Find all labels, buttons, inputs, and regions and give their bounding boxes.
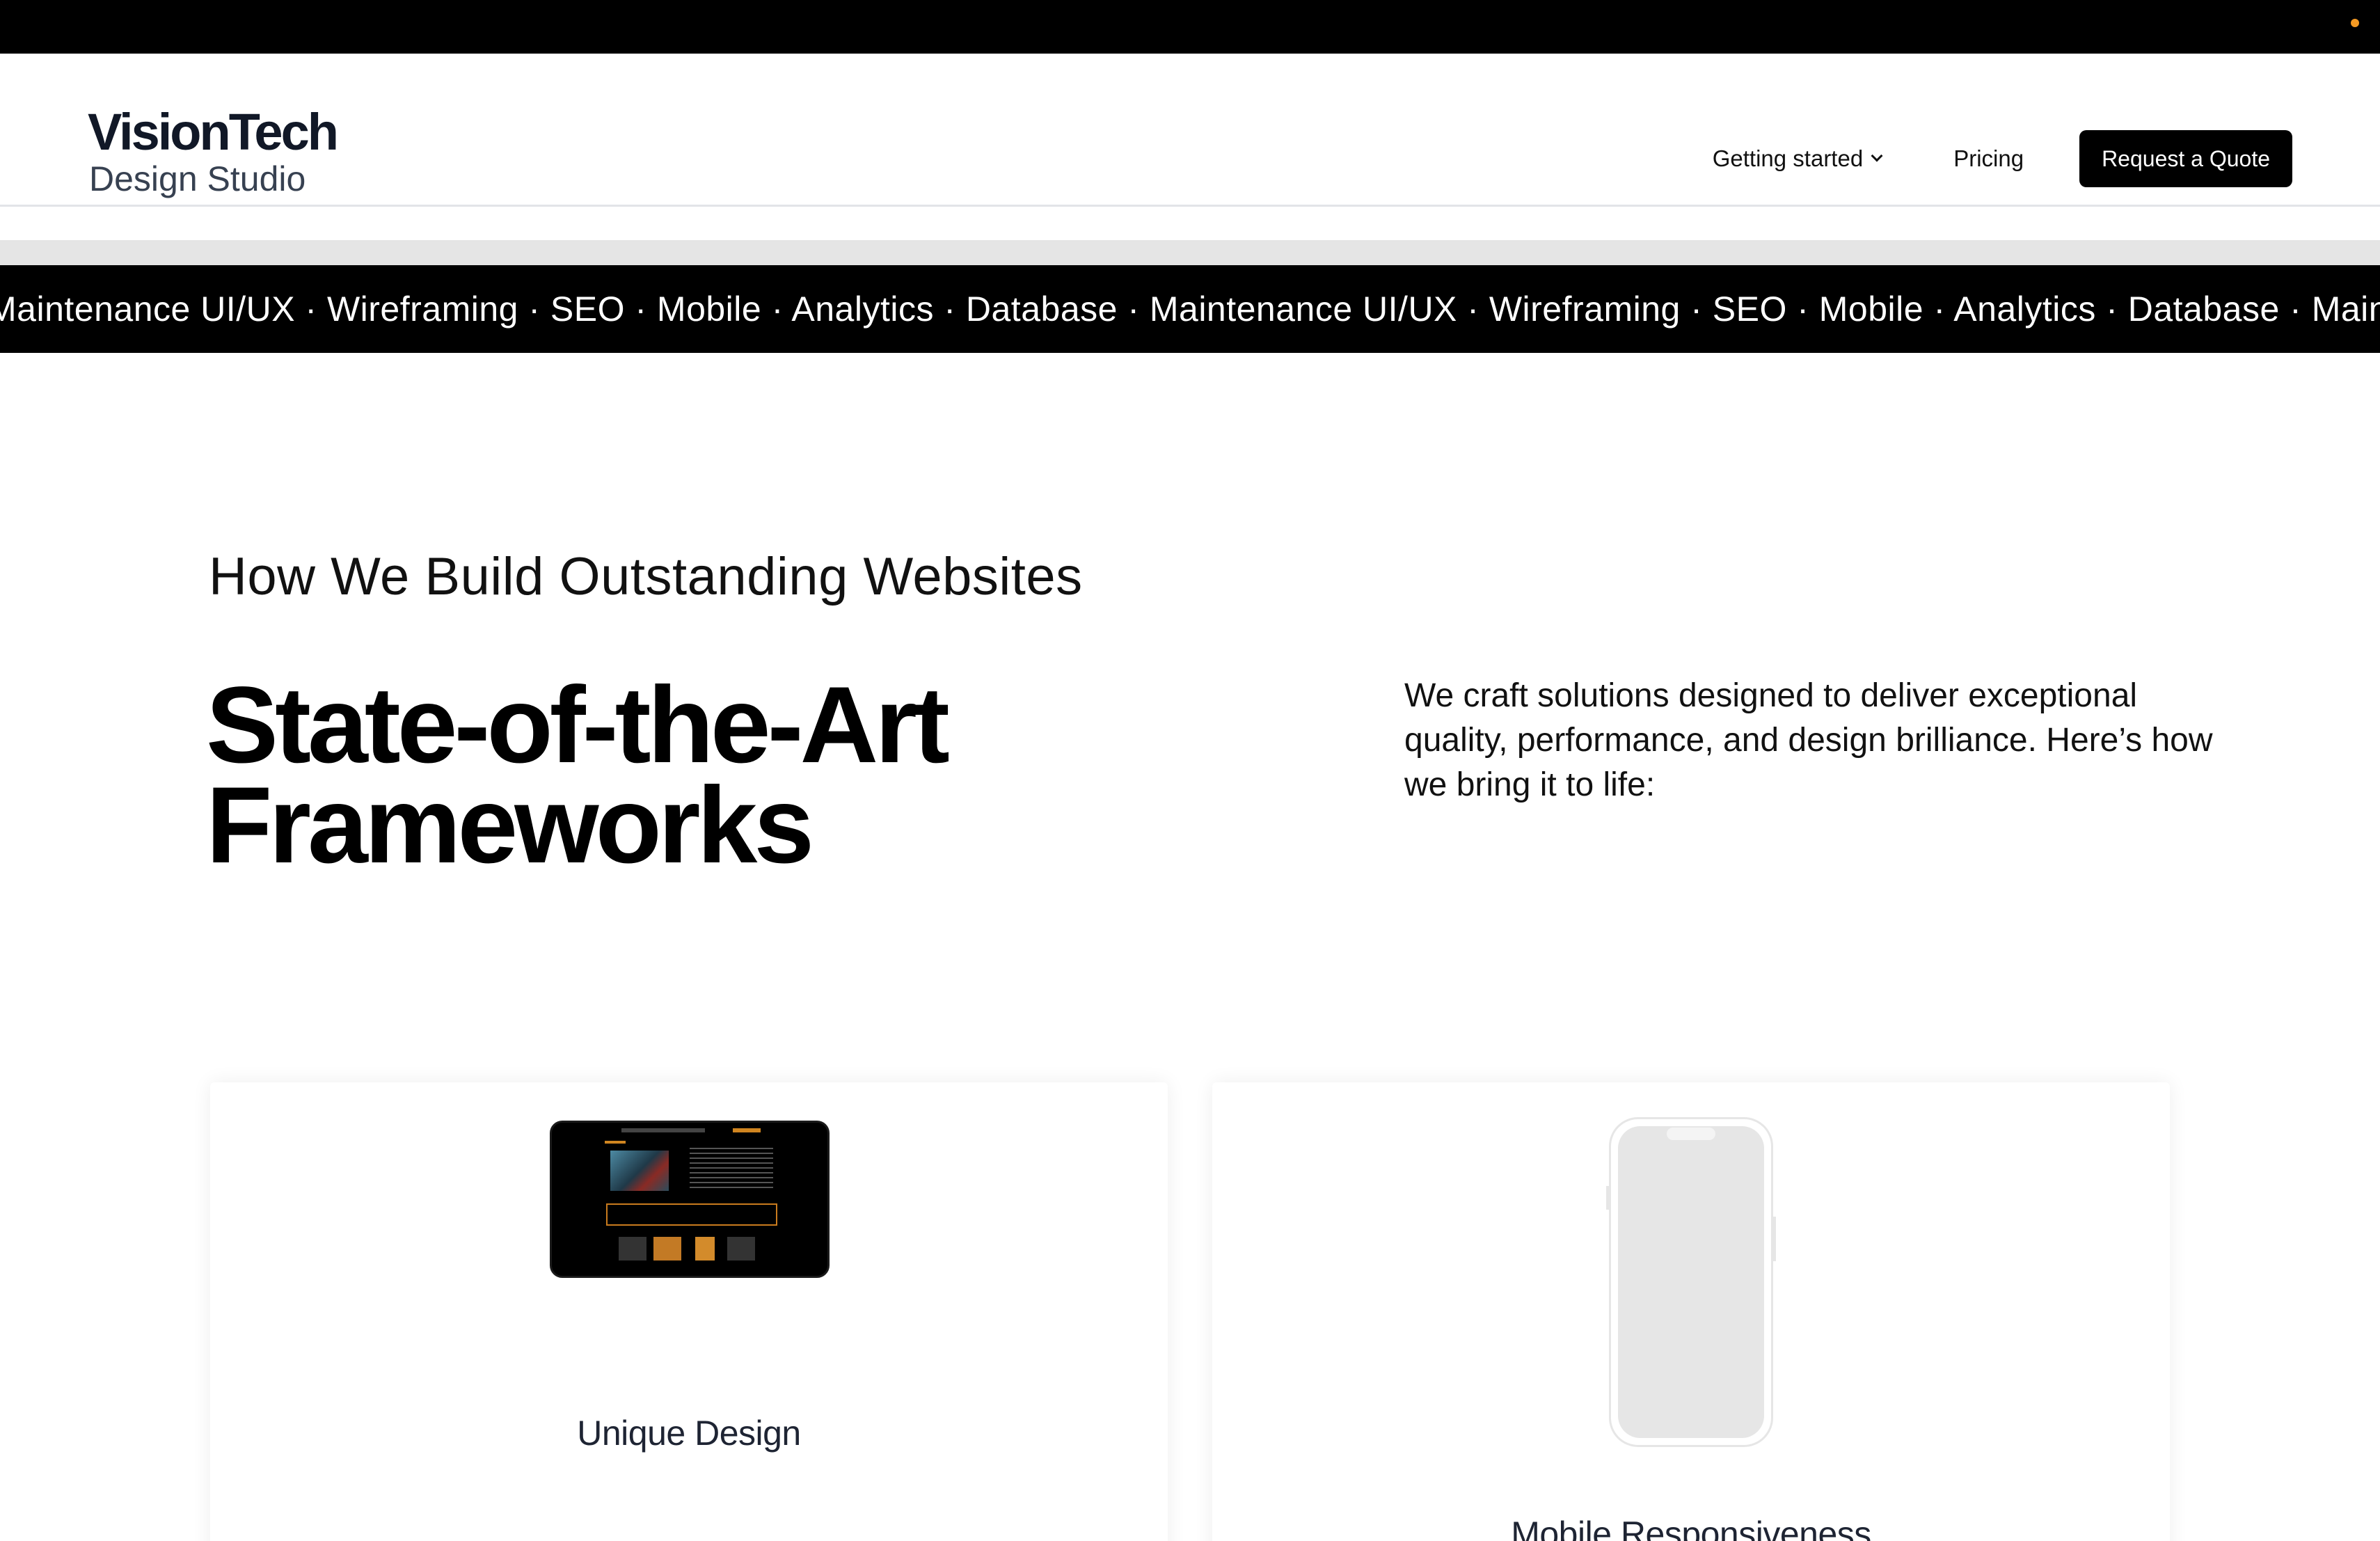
nav-getting-started-label: Getting started — [1712, 145, 1864, 171]
request-quote-button[interactable]: Request a Quote — [2079, 130, 2292, 187]
feature-card-unique-design: Unique Design — [210, 1082, 1168, 1541]
section-intro: We craft solutions designed to deliver e… — [1404, 677, 2213, 803]
phone-mockup-icon — [1606, 1117, 1776, 1447]
brand-subtitle: Design Studio — [89, 159, 306, 198]
main-nav: Getting started Pricing Request a Quote — [1713, 130, 2292, 187]
divider-strip — [0, 240, 2380, 265]
headline-line-2: Frameworks — [206, 765, 814, 886]
top-bar — [0, 0, 2380, 54]
section-headline: State-of-the-Art Frameworks — [206, 671, 1250, 880]
card-title: Unique Design — [577, 1414, 801, 1453]
notification-dot-icon — [2351, 19, 2359, 27]
feature-card-mobile-responsiveness: Mobile Responsiveness — [1212, 1082, 2170, 1541]
card-title: Mobile Responsiveness — [1511, 1515, 1871, 1541]
logo[interactable]: VisionTech Design Studio — [88, 103, 339, 199]
ticker-text: Maintenance UI/UX · Wireframing · SEO · … — [0, 290, 2380, 329]
nav-pricing[interactable]: Pricing — [1953, 145, 2024, 172]
services-ticker: Maintenance UI/UX · Wireframing · SEO · … — [0, 265, 2380, 353]
website-preview-image — [550, 1121, 830, 1278]
site-header: VisionTech Design Studio Getting started… — [0, 54, 2380, 207]
chevron-down-icon — [1871, 150, 1883, 162]
brand-name: VisionTech — [88, 103, 339, 161]
section-eyebrow: How We Build Outstanding Websites — [209, 547, 1083, 606]
nav-getting-started[interactable]: Getting started — [1712, 145, 1883, 172]
